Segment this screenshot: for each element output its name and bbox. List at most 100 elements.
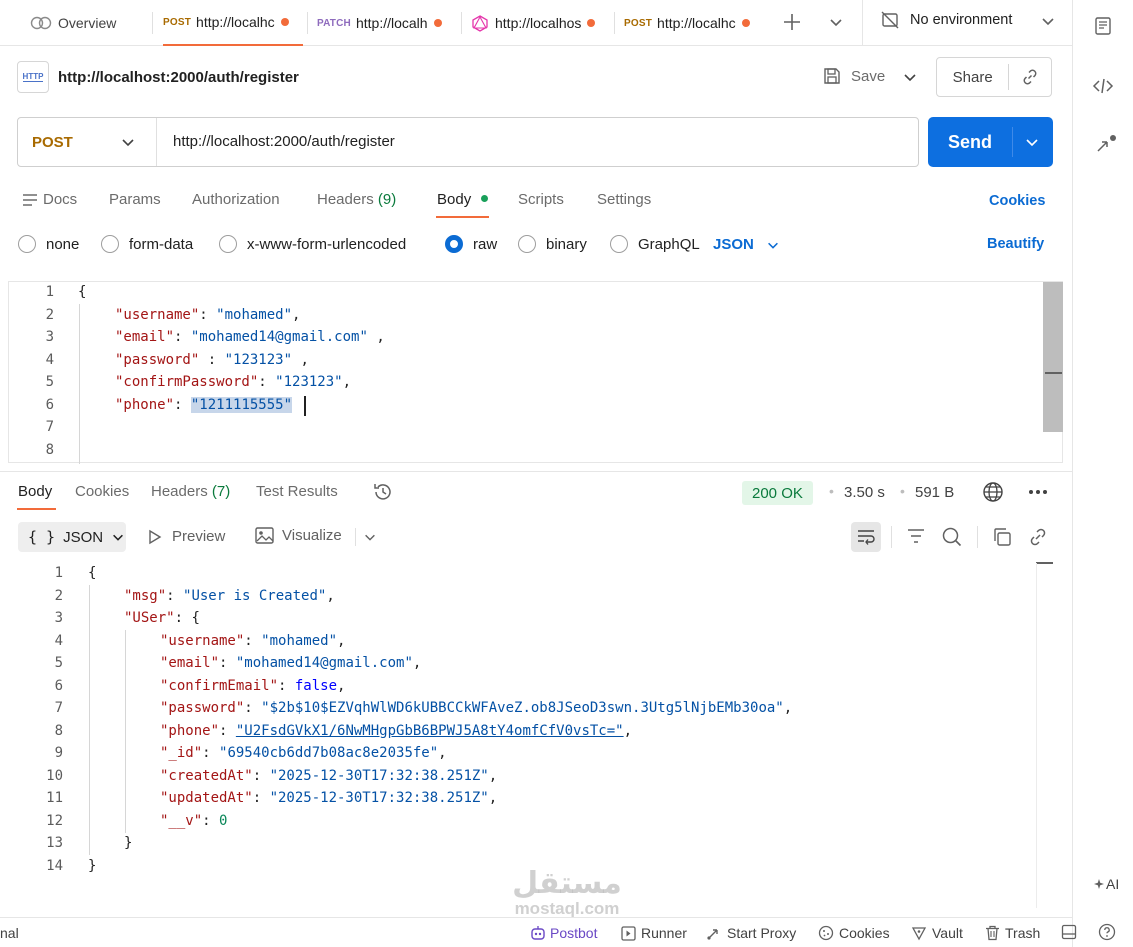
line-number: 6 bbox=[54, 678, 63, 694]
tab-divider bbox=[614, 12, 615, 34]
tab-params[interactable]: Params bbox=[109, 191, 161, 208]
save-button[interactable]: Save bbox=[822, 66, 885, 86]
watermark-arabic: مستقل bbox=[512, 867, 622, 900]
postbot-button[interactable]: Postbot bbox=[530, 925, 597, 941]
request-title[interactable]: http://localhost:2000/auth/register bbox=[58, 69, 299, 86]
tab-active-request[interactable]: POST http://localhc bbox=[163, 0, 303, 46]
response-tab-headers[interactable]: Headers (7) bbox=[151, 483, 230, 500]
response-tab-test-results[interactable]: Test Results bbox=[256, 483, 338, 500]
help-icon[interactable] bbox=[1098, 923, 1116, 941]
cookies-link[interactable]: Cookies bbox=[989, 193, 1045, 209]
line-number: 4 bbox=[45, 352, 54, 368]
toolbar-divider bbox=[355, 528, 356, 546]
response-size[interactable]: 591 B bbox=[915, 484, 954, 501]
json-value: "$2b$10$EZVqhWlWD6kUBBCCkWFAveZ.ob8JSeoD… bbox=[261, 700, 784, 716]
filter-icon[interactable] bbox=[906, 527, 926, 545]
new-tab-plus-icon[interactable] bbox=[782, 12, 802, 32]
radio-raw[interactable]: raw bbox=[445, 235, 497, 253]
radio-binary[interactable]: binary bbox=[518, 235, 587, 253]
code-line: "updatedAt": "2025-12-30T17:32:38.251Z", bbox=[160, 787, 497, 810]
copy-link-icon[interactable] bbox=[1009, 67, 1051, 87]
json-key: "USer" bbox=[124, 610, 175, 626]
response-scroll-marker bbox=[1036, 562, 1053, 564]
method-selector[interactable]: POST bbox=[18, 118, 158, 166]
tab-patch-request[interactable]: PATCH http://localh bbox=[317, 0, 457, 46]
method-label: POST bbox=[32, 133, 73, 151]
response-format-label: JSON bbox=[63, 528, 104, 546]
radio-form-data[interactable]: form-data bbox=[101, 235, 193, 253]
more-options-icon[interactable] bbox=[1028, 489, 1048, 495]
history-icon[interactable] bbox=[372, 481, 394, 503]
json-key: "phone" bbox=[115, 397, 175, 413]
visualize-chevron-icon[interactable] bbox=[363, 530, 377, 544]
ai-assistant-button[interactable]: AI bbox=[1093, 876, 1119, 892]
tab-body[interactable]: Body bbox=[437, 191, 489, 208]
network-globe-icon[interactable] bbox=[982, 481, 1004, 503]
runner-button[interactable]: Runner bbox=[621, 925, 687, 941]
code-icon[interactable] bbox=[1092, 76, 1114, 96]
json-separator: , bbox=[488, 768, 498, 784]
response-tab-cookies[interactable]: Cookies bbox=[75, 483, 129, 500]
radio-graphql[interactable]: GraphQL bbox=[610, 235, 700, 253]
statusbar-layout-icon[interactable] bbox=[1061, 924, 1077, 940]
mostaql-watermark: مستقل mostaql.com bbox=[497, 868, 637, 918]
response-scrollbar-track[interactable] bbox=[1036, 563, 1037, 908]
tab-docs[interactable]: Docs bbox=[43, 191, 77, 208]
visualize-button[interactable]: Visualize bbox=[255, 527, 342, 544]
save-label: Save bbox=[851, 67, 886, 85]
url-input[interactable]: http://localhost:2000/auth/register bbox=[173, 133, 395, 150]
beautify-link[interactable]: Beautify bbox=[987, 236, 1044, 252]
tab-headers-label: Headers bbox=[317, 191, 374, 208]
code-line: "confirmEmail": false, bbox=[160, 675, 345, 698]
tabs-dropdown-chevron-icon[interactable] bbox=[828, 14, 844, 30]
start-proxy-button[interactable]: Start Proxy bbox=[706, 925, 796, 941]
vault-button[interactable]: Vault bbox=[911, 925, 963, 941]
send-button[interactable]: Send bbox=[928, 117, 1012, 167]
related-collections-icon[interactable] bbox=[1094, 134, 1118, 156]
code-line: "createdAt": "2025-12-30T17:32:38.251Z", bbox=[160, 765, 497, 788]
send-options-chevron-icon[interactable] bbox=[1024, 134, 1040, 150]
line-number: 8 bbox=[54, 723, 63, 739]
code-line: "email": "mohamed14@gmail.com" , bbox=[115, 326, 385, 349]
tab-graphql-request[interactable]: http://localhos bbox=[472, 0, 612, 46]
json-value: "2025-12-30T17:32:38.251Z" bbox=[269, 790, 489, 806]
tab-scripts[interactable]: Scripts bbox=[518, 191, 564, 208]
tab-headers[interactable]: Headers (9) bbox=[317, 191, 396, 208]
trash-button[interactable]: Trash bbox=[985, 925, 1040, 941]
preview-button[interactable]: Preview bbox=[148, 528, 225, 545]
wrap-lines-icon[interactable] bbox=[851, 522, 881, 552]
editor-scrollbar-thumb[interactable] bbox=[1043, 282, 1063, 432]
code-line: "email": "mohamed14@gmail.com", bbox=[160, 652, 421, 675]
raw-format-selector[interactable]: JSON bbox=[713, 236, 780, 253]
search-icon[interactable] bbox=[941, 526, 963, 548]
code-line: "username": "mohamed", bbox=[115, 304, 300, 327]
response-format-selector[interactable]: { } JSON bbox=[18, 522, 126, 552]
method-badge: POST bbox=[163, 16, 192, 28]
pane-divider[interactable] bbox=[0, 471, 1072, 472]
environment-selector[interactable]: No environment bbox=[880, 10, 1060, 30]
braces-icon: { } bbox=[28, 528, 56, 546]
response-time[interactable]: 3.50 s bbox=[844, 484, 885, 501]
response-link-icon[interactable] bbox=[1027, 526, 1049, 548]
copy-icon[interactable] bbox=[991, 526, 1013, 548]
meta-separator: • bbox=[900, 483, 905, 499]
documentation-icon[interactable] bbox=[1093, 16, 1113, 36]
response-tab-body[interactable]: Body bbox=[18, 483, 52, 500]
status-left-text[interactable]: nal bbox=[0, 925, 19, 941]
tab-post-request[interactable]: POST http://localhc bbox=[624, 0, 764, 46]
indent-guide bbox=[89, 585, 90, 855]
save-options-chevron-icon[interactable] bbox=[902, 69, 918, 85]
cookies-button[interactable]: Cookies bbox=[818, 925, 890, 941]
json-key: "phone" bbox=[160, 723, 220, 739]
cookie-icon bbox=[818, 925, 834, 941]
code-line: "confirmPassword": "123123", bbox=[115, 371, 351, 394]
radio-none[interactable]: none bbox=[18, 235, 79, 253]
tab-settings[interactable]: Settings bbox=[597, 191, 651, 208]
tab-overview[interactable]: Overview bbox=[30, 0, 150, 46]
scrollbar-cursor-marker bbox=[1045, 372, 1062, 374]
tab-authorization[interactable]: Authorization bbox=[192, 191, 280, 208]
radio-label: raw bbox=[473, 235, 498, 253]
response-status-badge[interactable]: 200 OK bbox=[742, 481, 813, 505]
share-button[interactable]: Share bbox=[937, 69, 1008, 86]
radio-urlencoded[interactable]: x-www-form-urlencoded bbox=[219, 235, 406, 253]
